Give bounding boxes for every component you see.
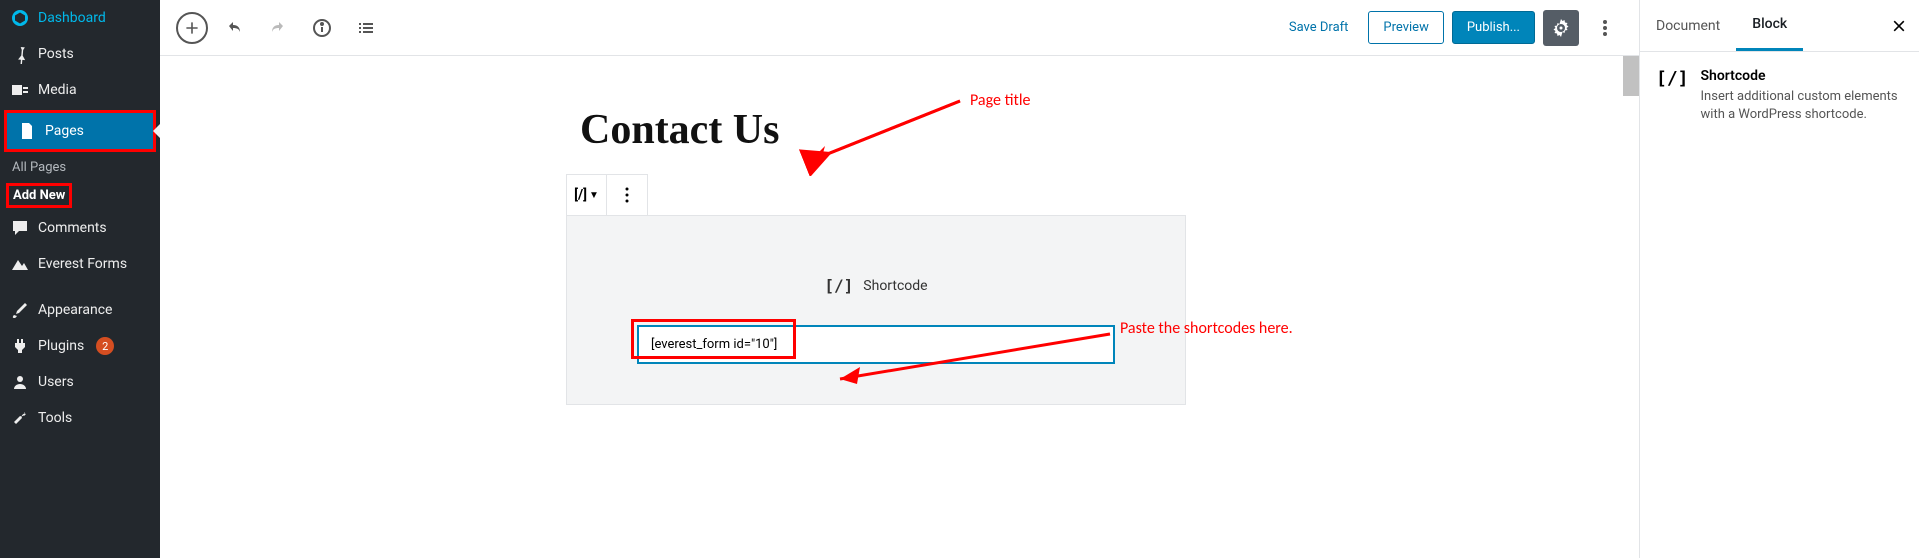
settings-panel: Document Block [/] Shortcode Insert addi… — [1639, 0, 1919, 558]
sidebar-item-plugins[interactable]: Plugins 2 — [0, 328, 160, 364]
sidebar-item-users[interactable]: Users — [0, 364, 160, 400]
block-panel-title: Shortcode — [1701, 68, 1903, 84]
sidebar-item-appearance[interactable]: Appearance — [0, 292, 160, 328]
outline-button[interactable] — [348, 10, 384, 46]
wrench-icon — [10, 408, 30, 428]
block-info-panel: [/] Shortcode Insert additional custom e… — [1640, 52, 1919, 140]
info-button[interactable] — [304, 10, 340, 46]
plugin-update-badge: 2 — [96, 337, 114, 355]
preview-button[interactable]: Preview — [1368, 11, 1443, 44]
sidebar-item-pages[interactable]: Pages — [7, 113, 153, 149]
everest-icon — [10, 254, 30, 274]
sidebar-item-label: Tools — [38, 410, 72, 426]
block-toolbar: [/]▼ — [566, 174, 648, 216]
undo-button[interactable] — [216, 10, 252, 46]
sidebar-item-label: Dashboard — [38, 10, 106, 26]
submenu-all-pages[interactable]: All Pages — [0, 154, 160, 181]
page-title[interactable]: Contact Us — [580, 106, 1639, 154]
kebab-icon — [617, 185, 637, 205]
sidebar-item-tools[interactable]: Tools — [0, 400, 160, 436]
editor-canvas: Contact Us [/]▼ [/] Shortcode Page title — [160, 56, 1639, 558]
block-type-button[interactable]: [/]▼ — [567, 175, 607, 215]
list-icon — [356, 18, 376, 38]
submenu-add-new[interactable]: Add New — [9, 186, 69, 205]
tab-document[interactable]: Document — [1640, 0, 1736, 51]
sidebar-item-label: Appearance — [38, 302, 112, 318]
annotation-arrow-title — [795, 96, 965, 176]
annotation-arrow-paste — [825, 329, 1115, 389]
sidebar-item-media[interactable]: Media — [0, 72, 160, 108]
settings-tabs: Document Block — [1640, 0, 1919, 52]
plugin-icon — [10, 336, 30, 356]
shortcode-icon: [/] — [824, 276, 853, 295]
sidebar-item-comments[interactable]: Comments — [0, 210, 160, 246]
comment-icon — [10, 218, 30, 238]
pin-icon — [10, 44, 30, 64]
shortcode-block-label: Shortcode — [863, 278, 927, 294]
admin-sidebar: Dashboard Posts Media Pages All Pages Ad… — [0, 0, 160, 558]
redo-icon — [268, 18, 288, 38]
block-panel-description: Insert additional custom elements with a… — [1701, 88, 1903, 124]
sidebar-item-everest-forms[interactable]: Everest Forms — [0, 246, 160, 282]
kebab-icon — [1595, 18, 1615, 38]
media-icon — [10, 80, 30, 100]
plus-icon — [184, 20, 200, 36]
sidebar-item-label: Posts — [38, 46, 74, 62]
editor-toolbar: Save Draft Preview Publish... — [160, 0, 1639, 56]
info-icon — [312, 18, 332, 38]
annotation-paste: Paste the shortcodes here. — [1120, 319, 1293, 338]
toolbar-left — [176, 10, 384, 46]
settings-button[interactable] — [1543, 10, 1579, 46]
sidebar-item-dashboard[interactable]: Dashboard — [0, 0, 160, 36]
undo-icon — [224, 18, 244, 38]
user-icon — [10, 372, 30, 392]
editor-main: Save Draft Preview Publish... Contact Us… — [160, 0, 1639, 558]
more-options-button[interactable] — [1587, 10, 1623, 46]
brush-icon — [10, 300, 30, 320]
tab-block[interactable]: Block — [1736, 0, 1803, 51]
shortcode-block-header: [/] Shortcode — [637, 276, 1115, 295]
block-more-button[interactable] — [607, 175, 647, 215]
sidebar-item-label: Users — [38, 374, 74, 390]
publish-button[interactable]: Publish... — [1452, 11, 1535, 44]
save-draft-button[interactable]: Save Draft — [1277, 12, 1361, 43]
close-icon — [1891, 18, 1907, 34]
sidebar-item-label: Comments — [38, 220, 107, 236]
sidebar-item-label: Everest Forms — [38, 256, 127, 272]
sidebar-item-label: Media — [38, 82, 77, 98]
sidebar-item-posts[interactable]: Posts — [0, 36, 160, 72]
shortcode-icon: [/] — [1656, 68, 1689, 124]
annotation-page-title: Page title — [970, 91, 1030, 110]
close-panel-button[interactable] — [1879, 0, 1919, 51]
redo-button[interactable] — [260, 10, 296, 46]
add-block-button[interactable] — [176, 12, 208, 44]
gear-icon — [1551, 18, 1571, 38]
dashboard-icon — [10, 8, 30, 28]
sidebar-item-label: Pages — [45, 123, 84, 139]
page-icon — [17, 121, 37, 141]
sidebar-item-label: Plugins — [38, 338, 84, 354]
toolbar-right: Save Draft Preview Publish... — [1277, 10, 1623, 46]
